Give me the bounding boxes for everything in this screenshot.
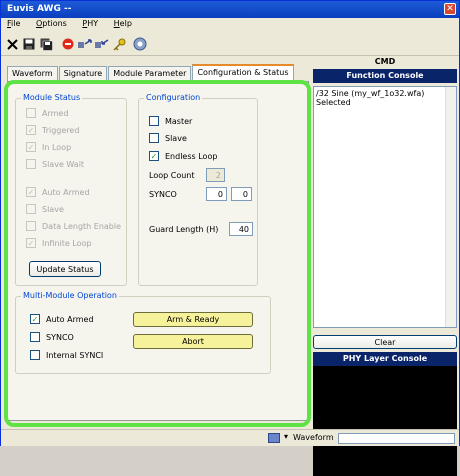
console-line-2: Selected: [316, 98, 351, 107]
tab-strip: Waveform Signature Module Parameter Conf…: [7, 64, 295, 81]
status-bar: ▾ Waveform: [1, 429, 459, 446]
menu-bar: File Options PHY Help: [1, 18, 459, 32]
configuration-title: Configuration: [144, 93, 203, 102]
update-status-button[interactable]: Update Status: [29, 261, 101, 277]
slave-wait-checkbox: Slave Wait: [26, 159, 84, 169]
module-status-group: Module Status Armed ✓ Triggered ✓ In Loop …: [15, 93, 127, 286]
save-all-icon[interactable]: [39, 37, 53, 51]
console-scrollbar[interactable]: [445, 87, 456, 327]
stop-icon[interactable]: [61, 37, 75, 51]
receive-icon[interactable]: [95, 37, 109, 51]
data-length-enable-checkbox: Data Length Enable: [26, 221, 121, 231]
function-console[interactable]: /32 Sine (my_wf_1o32.wfa) Selected: [313, 86, 457, 328]
in-loop-checkbox: ✓ In Loop: [26, 142, 72, 152]
right-panel: CMD Function Console /32 Sine (my_wf_1o3…: [313, 56, 457, 476]
status-auto-armed-checkbox: ✓ Auto Armed: [26, 187, 90, 197]
tab-module-parameter[interactable]: Module Parameter: [108, 66, 192, 81]
synco-label: SYNCO: [149, 190, 177, 199]
configuration-group: Configuration Master Slave ✓ Endless Loop…: [138, 93, 258, 286]
internal-synci-checkbox[interactable]: Internal SYNCI: [30, 350, 103, 360]
guard-length-input[interactable]: 40: [229, 222, 253, 236]
loop-count-label: Loop Count: [149, 171, 195, 180]
clear-button[interactable]: Clear: [313, 335, 457, 349]
tab-signature[interactable]: Signature: [58, 66, 108, 81]
abort-button[interactable]: Abort: [133, 334, 253, 349]
synco-input-a[interactable]: 0: [206, 187, 227, 201]
cmd-label: CMD: [313, 56, 457, 68]
close-icon[interactable]: [5, 37, 19, 51]
menu-phy[interactable]: PHY: [82, 19, 98, 28]
device-icon: [268, 433, 280, 443]
tab-configuration-status[interactable]: Configuration & Status: [192, 64, 294, 81]
phy-layer-console[interactable]: [313, 366, 457, 476]
toolbar: [1, 32, 459, 56]
guard-length-label: Guard Length (H): [149, 225, 219, 234]
window-title: Euvis AWG --: [7, 4, 72, 14]
send-icon[interactable]: [78, 37, 92, 51]
arm-ready-button[interactable]: Arm & Ready: [133, 312, 253, 327]
title-bar: Euvis AWG -- ✕: [1, 1, 459, 18]
waveform-status-field: [338, 433, 455, 444]
waveform-label: Waveform: [293, 433, 334, 442]
status-slave-checkbox: Slave: [26, 204, 64, 214]
endless-loop-checkbox[interactable]: ✓ Endless Loop: [149, 151, 217, 161]
slave-checkbox[interactable]: Slave: [149, 133, 187, 143]
multi-module-group: Multi-Module Operation ✓ Auto Armed SYNCO…: [15, 291, 271, 374]
module-status-title: Module Status: [21, 93, 83, 102]
save-icon[interactable]: [22, 37, 36, 51]
menu-file[interactable]: File: [7, 19, 20, 28]
infinite-loop-checkbox: ✓ Infinite Loop: [26, 238, 92, 248]
console-line-1: /32 Sine (my_wf_1o32.wfa): [316, 89, 425, 98]
key-icon[interactable]: [112, 37, 126, 51]
synco-checkbox[interactable]: SYNCO: [30, 332, 74, 342]
loop-count-input[interactable]: 2: [206, 168, 225, 182]
synco-input-b[interactable]: 0: [231, 187, 252, 201]
settings-icon[interactable]: [133, 37, 147, 51]
multi-module-title: Multi-Module Operation: [21, 291, 119, 300]
configuration-status-panel: Module Status Armed ✓ Triggered ✓ In Loop …: [7, 81, 309, 421]
menu-help[interactable]: Help: [114, 19, 132, 28]
dropdown-arrow-icon[interactable]: ▾: [284, 432, 288, 441]
auto-armed-checkbox[interactable]: ✓ Auto Armed: [30, 314, 94, 324]
tab-waveform[interactable]: Waveform: [7, 66, 58, 81]
function-console-title: Function Console: [313, 69, 457, 83]
app-window: Euvis AWG -- ✕ File Options PHY Help Wav…: [0, 0, 460, 476]
window-close-button[interactable]: ✕: [444, 3, 456, 15]
master-checkbox[interactable]: Master: [149, 116, 192, 126]
armed-checkbox: Armed: [26, 108, 68, 118]
menu-options[interactable]: Options: [36, 19, 67, 28]
triggered-checkbox: ✓ Triggered: [26, 125, 80, 135]
phy-console-title: PHY Layer Console: [313, 352, 457, 366]
